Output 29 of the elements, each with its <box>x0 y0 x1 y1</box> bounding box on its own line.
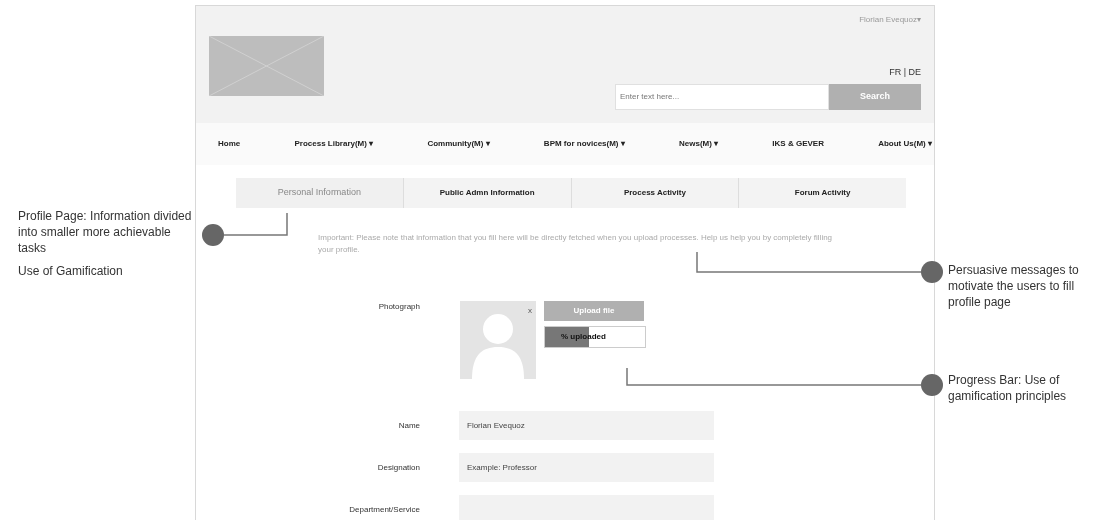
annotation-text: Persuasive messages to motivate the users to fill profile page <box>948 262 1080 310</box>
nav-link[interactable]: Community(M) ▾ <box>427 138 490 150</box>
nav-link[interactable]: Home <box>218 138 241 150</box>
tab[interactable]: Forum Activity <box>738 178 906 208</box>
tab[interactable]: Process Activity <box>570 178 739 208</box>
language-links[interactable]: FR | DE <box>889 66 921 80</box>
remove-photo-button[interactable]: x <box>528 305 532 317</box>
callout-dot <box>202 224 224 246</box>
callout-dot <box>921 374 943 396</box>
nav-link[interactable]: Process Library(M) ▾ <box>294 138 374 150</box>
nav-link[interactable]: News(M) ▾ <box>679 138 719 150</box>
annotation-text: Profile Page: Information divided into smaller more achievable tasks <box>18 208 193 256</box>
notice-text: Important: Please note that information that you fill here will be directly fetched when you upload processes. Help us help you by completely filling your profile. <box>318 232 834 256</box>
nav-link[interactable]: BPM for novices(M) ▾ <box>543 138 625 150</box>
nav-link[interactable]: About Us(M) ▾ <box>878 138 932 150</box>
field-label: Designation <box>376 461 420 474</box>
tab[interactable]: Public Admn Information <box>402 178 571 208</box>
callout-dot <box>921 261 943 283</box>
field-label: Department/Service <box>348 503 420 516</box>
field-label: Name <box>397 419 420 432</box>
input-field[interactable]: Florian Evequoz <box>459 411 714 440</box>
search-field[interactable]: Enter text here... <box>615 83 829 110</box>
field-label: Photograph <box>377 301 420 313</box>
nav-link[interactable]: IKS & GEVER <box>772 138 824 150</box>
avatar-placeholder-icon <box>472 311 524 379</box>
annotation-text: Use of Gamification <box>18 263 124 279</box>
input-field[interactable]: Example: Professor <box>459 453 714 482</box>
leader-line <box>223 212 288 236</box>
annotation-text: Progress Bar: Use of gamification principles <box>948 372 1068 404</box>
